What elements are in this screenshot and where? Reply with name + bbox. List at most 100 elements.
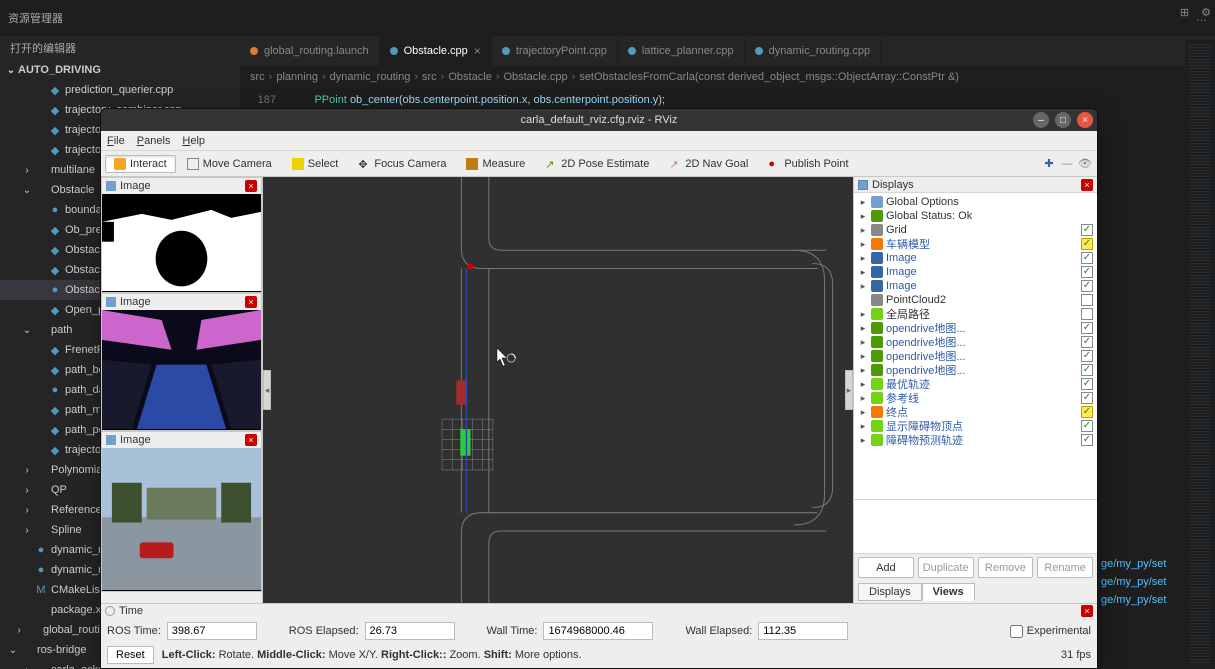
tool-move-camera[interactable]: Move Camera [178, 155, 281, 173]
display-checkbox[interactable] [1081, 378, 1093, 390]
close-icon[interactable]: × [474, 44, 481, 58]
displays-panel[interactable]: Displays × ▸Global Options▸Global Status:… [853, 177, 1097, 603]
tool-2d-nav-goal[interactable]: ↗2D Nav Goal [660, 155, 757, 173]
display-tree-item[interactable]: ▸终点 [854, 405, 1097, 419]
tool-publish-point[interactable]: ●Publish Point [759, 155, 857, 173]
editor-tab[interactable]: trajectoryPoint.cpp [492, 36, 618, 66]
display-checkbox[interactable] [1081, 392, 1093, 404]
file-tree-item[interactable]: ◆prediction_querier.cpp [0, 80, 240, 100]
split-icon[interactable]: ⊞ [1180, 6, 1189, 19]
breadcrumb-segment[interactable]: planning [276, 71, 318, 83]
display-checkbox[interactable] [1081, 350, 1093, 362]
editor-tab-bar[interactable]: global_routing.launchObstacle.cpp×trajec… [240, 36, 1215, 66]
toolbar-view-icon[interactable]: 👁 [1077, 156, 1093, 172]
breadcrumb-segment[interactable]: src [422, 71, 437, 83]
gear-icon[interactable]: ⚙ [1201, 6, 1211, 19]
menu-panels[interactable]: Panels [137, 135, 171, 147]
menu-file[interactable]: File [107, 135, 125, 147]
display-tree-item[interactable]: ▸Image [854, 265, 1097, 279]
rviz-titlebar[interactable]: carla_default_rviz.cfg.rviz - RViz – □ × [101, 109, 1097, 131]
display-checkbox[interactable] [1081, 266, 1093, 278]
display-tree-item[interactable]: ▸全局路径 [854, 307, 1097, 321]
display-checkbox[interactable] [1081, 434, 1093, 446]
image-panel-3[interactable]: Image× [101, 431, 262, 592]
wall-time-field[interactable] [543, 622, 653, 640]
breadcrumb-segment[interactable]: src [250, 71, 265, 83]
duplicate-button[interactable]: Duplicate [918, 557, 974, 578]
rviz-menu-bar[interactable]: File Panels Help [101, 131, 1097, 151]
display-checkbox[interactable] [1081, 294, 1093, 306]
time-panel[interactable]: Time× ROS Time: ROS Elapsed: Wall Time: … [101, 603, 1097, 668]
minimize-button[interactable]: – [1033, 112, 1049, 128]
tool-measure[interactable]: Measure [457, 155, 534, 173]
display-tree-item[interactable]: ▸Global Status: Ok [854, 209, 1097, 223]
display-tree-item[interactable]: ▸参考线 [854, 391, 1097, 405]
display-checkbox[interactable] [1081, 336, 1093, 348]
close-icon[interactable]: × [245, 296, 257, 308]
rviz-toolbar[interactable]: Interact Move Camera Select ✥Focus Camer… [101, 151, 1097, 177]
splitter-left[interactable]: ◂ [263, 370, 271, 410]
ros-time-field[interactable] [167, 622, 257, 640]
toolbar-add-icon[interactable]: ✚ [1041, 156, 1057, 172]
display-tree-item[interactable]: ▸车辆模型 [854, 237, 1097, 251]
display-tree-item[interactable]: ▸Image [854, 279, 1097, 293]
experimental-checkbox[interactable] [1010, 625, 1023, 638]
tab-displays[interactable]: Displays [858, 583, 922, 601]
editor-tab[interactable]: global_routing.launch [240, 36, 380, 66]
minimap[interactable] [1185, 40, 1215, 669]
editor-tab[interactable]: dynamic_routing.cpp [745, 36, 882, 66]
display-tree-item[interactable]: ▸Global Options [854, 195, 1097, 209]
display-tree-item[interactable]: ▸障碍物预测轨迹 [854, 433, 1097, 447]
display-tree-item[interactable]: ▸opendrive地图... [854, 321, 1097, 335]
tool-interact[interactable]: Interact [105, 155, 176, 173]
rviz-3d-viewport[interactable]: ◂ ▸ [263, 177, 853, 603]
image-panel-2[interactable]: Image× [101, 293, 262, 431]
breadcrumb[interactable]: src›planning›dynamic_routing›src›Obstacl… [240, 66, 1215, 88]
close-icon[interactable]: × [245, 180, 257, 192]
workspace-root[interactable]: ⌄AUTO_DRIVING [0, 60, 240, 80]
display-checkbox[interactable] [1081, 238, 1093, 250]
close-icon[interactable]: × [245, 434, 257, 446]
rviz-window[interactable]: carla_default_rviz.cfg.rviz - RViz – □ ×… [100, 108, 1098, 669]
open-editors-header[interactable]: 打开的编辑器 [0, 36, 240, 60]
breadcrumb-segment[interactable]: Obstacle [448, 71, 491, 83]
display-tree-item[interactable]: ▸Image [854, 251, 1097, 265]
display-tree-item[interactable]: ▸显示障碍物顶点 [854, 419, 1097, 433]
ros-elapsed-field[interactable] [365, 622, 455, 640]
display-checkbox[interactable] [1081, 406, 1093, 418]
breadcrumb-segment[interactable]: Obstacle.cpp [503, 71, 567, 83]
display-tree-item[interactable]: ▸opendrive地图... [854, 363, 1097, 377]
close-button[interactable]: × [1077, 112, 1093, 128]
display-tree-item[interactable]: ▸opendrive地图... [854, 335, 1097, 349]
display-tree-item[interactable]: PointCloud2 [854, 293, 1097, 307]
tool-select[interactable]: Select [283, 155, 348, 173]
splitter-right[interactable]: ▸ [845, 370, 853, 410]
display-checkbox[interactable] [1081, 420, 1093, 432]
image-panel-1[interactable]: Image× [101, 177, 262, 293]
display-checkbox[interactable] [1081, 224, 1093, 236]
display-tree-item[interactable]: ▸最优轨迹 [854, 377, 1097, 391]
breadcrumb-segment[interactable]: dynamic_routing [330, 71, 411, 83]
wall-elapsed-field[interactable] [758, 622, 848, 640]
display-tree-item[interactable]: ▸opendrive地图... [854, 349, 1097, 363]
editor-tab[interactable]: Obstacle.cpp× [380, 36, 492, 66]
tool-2d-pose[interactable]: ↗2D Pose Estimate [536, 155, 658, 173]
close-icon[interactable]: × [1081, 605, 1093, 617]
toolbar-remove-icon[interactable]: — [1059, 156, 1075, 172]
remove-button[interactable]: Remove [978, 557, 1034, 578]
breadcrumb-segment[interactable]: setObstaclesFromCarla(const derived_obje… [579, 71, 959, 83]
display-checkbox[interactable] [1081, 252, 1093, 264]
reset-button[interactable]: Reset [107, 646, 154, 664]
display-tree-item[interactable]: ▸Grid [854, 223, 1097, 237]
maximize-button[interactable]: □ [1055, 112, 1071, 128]
display-checkbox[interactable] [1081, 280, 1093, 292]
tab-views[interactable]: Views [922, 583, 975, 601]
add-button[interactable]: Add [858, 557, 914, 578]
grip-icon[interactable] [105, 606, 115, 616]
tool-focus-camera[interactable]: ✥Focus Camera [349, 155, 455, 173]
menu-help[interactable]: Help [182, 135, 205, 147]
rename-button[interactable]: Rename [1037, 557, 1093, 578]
close-icon[interactable]: × [1081, 179, 1093, 191]
display-checkbox[interactable] [1081, 308, 1093, 320]
display-checkbox[interactable] [1081, 322, 1093, 334]
